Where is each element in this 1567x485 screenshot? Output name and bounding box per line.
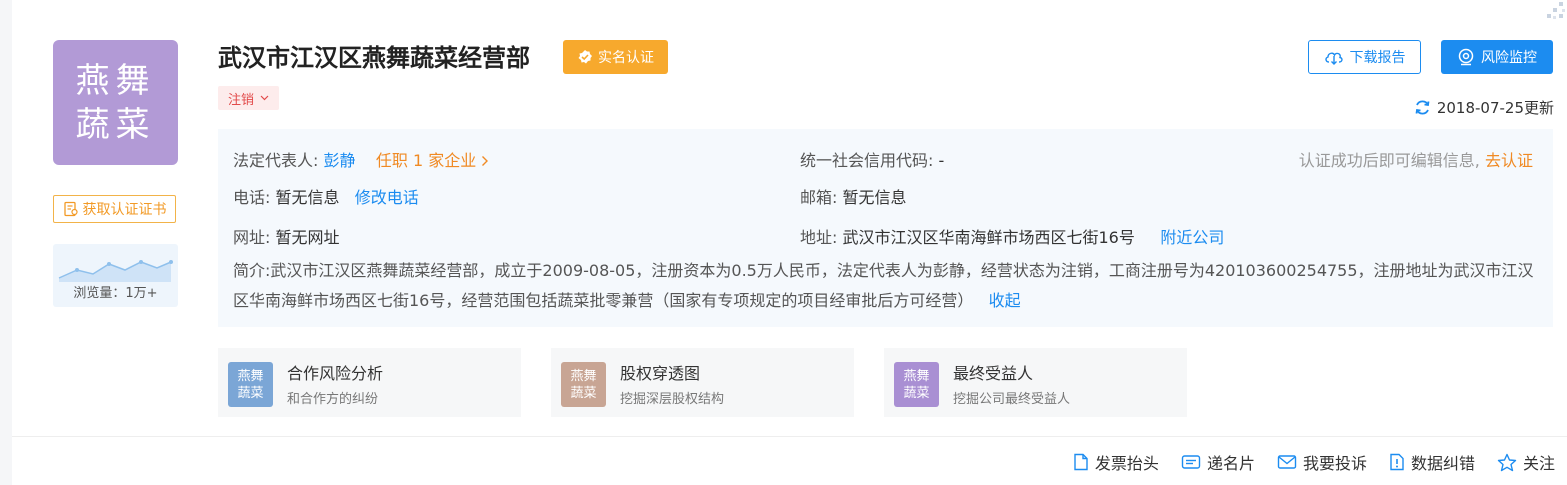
legal-rep-label: 法定代表人: — [233, 151, 319, 170]
verify-link[interactable]: 去认证 — [1485, 151, 1533, 170]
intro-paragraph: 简介:武汉市江汉区燕舞蔬菜经营部，成立于2009-08-05，注册资本为0.5万… — [233, 256, 1543, 316]
verified-badge[interactable]: 实名认证 — [563, 40, 668, 74]
tile-subtitle: 和合作方的纠纷 — [287, 392, 379, 407]
follow-label: 关注 — [1522, 454, 1555, 473]
phone-label: 电话: — [233, 188, 271, 207]
monitor-eye-icon — [1458, 48, 1474, 66]
tile-subtitle: 挖掘深层股权结构 — [620, 392, 725, 407]
corner-pattern-icon — [1547, 2, 1565, 19]
credit-code-value: - — [938, 151, 945, 170]
company-logo: 燕舞 蔬菜 — [53, 40, 178, 165]
data-correction-label: 数据纠错 — [1410, 454, 1475, 473]
edit-phone-link[interactable]: 修改电话 — [355, 188, 419, 207]
tile-logo-icon: 燕舞 蔬菜 — [561, 362, 606, 407]
legal-rep-link[interactable]: 彭静 — [324, 151, 356, 170]
company-name: 武汉市江汉区燕舞蔬菜经营部 — [218, 44, 530, 72]
verify-hint: 认证成功后即可编辑信息, — [1298, 151, 1480, 170]
tile-logo-line: 蔬菜 — [237, 385, 264, 401]
tile-equity-penetration[interactable]: 燕舞 蔬菜 股权穿透图 挖掘深层股权结构 — [551, 348, 854, 417]
tile-title: 最终受益人 — [953, 364, 1034, 383]
document-icon — [1074, 453, 1088, 471]
send-card-label: 递名片 — [1206, 454, 1255, 473]
tile-logo-line: 燕舞 — [570, 368, 597, 384]
positions-link[interactable]: 任职 1 家企业 — [376, 151, 476, 170]
views-widget: 浏览量：1万+ — [53, 244, 178, 307]
email-row: 邮箱: 暂无信息 — [800, 184, 907, 208]
risk-monitor-button[interactable]: 风险监控 — [1441, 40, 1553, 74]
complaint-label: 我要投诉 — [1302, 454, 1367, 473]
risk-monitor-label: 风险监控 — [1481, 50, 1537, 66]
correction-doc-icon — [1390, 453, 1404, 471]
tile-ultimate-beneficiary[interactable]: 燕舞 蔬菜 最终受益人 挖掘公司最终受益人 — [884, 348, 1187, 417]
footer-divider — [12, 436, 1567, 437]
email-value: 暂无信息 — [842, 188, 907, 207]
address-value: 武汉市江汉区华南海鲜市场西区七街16号 — [842, 228, 1135, 247]
data-correction-button[interactable]: 数据纠错 — [1389, 450, 1475, 474]
phone-value: 暂无信息 — [275, 188, 340, 207]
send-card-button[interactable]: 递名片 — [1181, 450, 1255, 474]
mail-icon — [1277, 455, 1297, 469]
status-label: 注销 — [228, 92, 255, 108]
tile-logo-icon: 燕舞 蔬菜 — [894, 362, 939, 407]
tile-logo-line: 燕舞 — [237, 368, 264, 384]
tile-subtitle: 挖掘公司最终受益人 — [953, 392, 1071, 407]
collapse-link[interactable]: 收起 — [989, 291, 1021, 310]
business-card-icon — [1181, 455, 1201, 469]
credit-code-label: 统一社会信用代码: — [800, 151, 934, 170]
phone-row: 电话: 暂无信息 修改电话 — [233, 184, 419, 208]
status-badge[interactable]: 注销 — [218, 86, 280, 110]
legal-rep-row: 法定代表人: 彭静 任职 1 家企业 — [233, 147, 489, 171]
update-info[interactable]: 2018-07-25更新 — [1414, 97, 1554, 118]
tile-title: 合作风险分析 — [287, 364, 384, 383]
chevron-right-icon — [482, 156, 489, 166]
invoice-label: 发票抬头 — [1094, 454, 1159, 473]
intro-text: 武汉市江汉区燕舞蔬菜经营部，成立于2009-08-05，注册资本为0.5万人民币… — [233, 261, 1534, 310]
get-certificate-label: 获取认证证书 — [82, 202, 167, 218]
footer-actions: 发票抬头 递名片 我要投诉 数据纠错 关注 — [1073, 450, 1555, 474]
updated-date: 2018-07-25更新 — [1436, 99, 1554, 117]
star-icon — [1497, 453, 1517, 471]
views-count: 浏览量：1万+ — [73, 286, 158, 301]
chevron-down-icon — [260, 95, 269, 101]
email-label: 邮箱: — [800, 188, 838, 207]
tile-cooperation-risk[interactable]: 燕舞 蔬菜 合作风险分析 和合作方的纠纷 — [218, 348, 521, 417]
address-row: 地址: 武汉市江汉区华南海鲜市场西区七街16号 附近公司 — [800, 224, 1224, 248]
logo-line-2: 蔬菜 — [75, 104, 156, 145]
tile-logo-line: 燕舞 — [903, 368, 930, 384]
tile-title: 股权穿透图 — [620, 364, 701, 383]
verified-label: 实名认证 — [598, 50, 654, 66]
tile-logo-line: 蔬菜 — [570, 385, 597, 401]
intro-label: 简介: — [233, 261, 271, 280]
address-label: 地址: — [800, 228, 838, 247]
views-trend-sparkline — [58, 260, 173, 282]
company-info-panel: 法定代表人: 彭静 任职 1 家企业 统一社会信用代码: - 认证成功后即可编辑… — [218, 129, 1553, 327]
website-row: 网址: 暂无网址 — [233, 224, 340, 248]
credit-code-row: 统一社会信用代码: - — [800, 147, 944, 171]
refresh-icon — [1415, 100, 1430, 115]
tile-logo-line: 蔬菜 — [903, 385, 930, 401]
tile-logo-icon: 燕舞 蔬菜 — [228, 362, 273, 407]
complaint-button[interactable]: 我要投诉 — [1277, 450, 1367, 474]
get-certificate-button[interactable]: 获取认证证书 — [53, 195, 176, 223]
follow-button[interactable]: 关注 — [1497, 450, 1555, 474]
download-report-label: 下载报告 — [1349, 50, 1406, 66]
verified-check-icon — [578, 50, 592, 64]
certificate-icon — [63, 201, 78, 217]
logo-line-1: 燕舞 — [75, 60, 156, 101]
website-label: 网址: — [233, 228, 271, 247]
cloud-download-icon — [1324, 52, 1343, 65]
verify-hint-row: 认证成功后即可编辑信息, 去认证 — [1299, 147, 1533, 171]
website-value: 暂无网址 — [275, 228, 340, 247]
download-report-button[interactable]: 下载报告 — [1308, 40, 1421, 74]
invoice-header-button[interactable]: 发票抬头 — [1073, 450, 1159, 474]
nearby-companies-link[interactable]: 附近公司 — [1160, 228, 1224, 247]
